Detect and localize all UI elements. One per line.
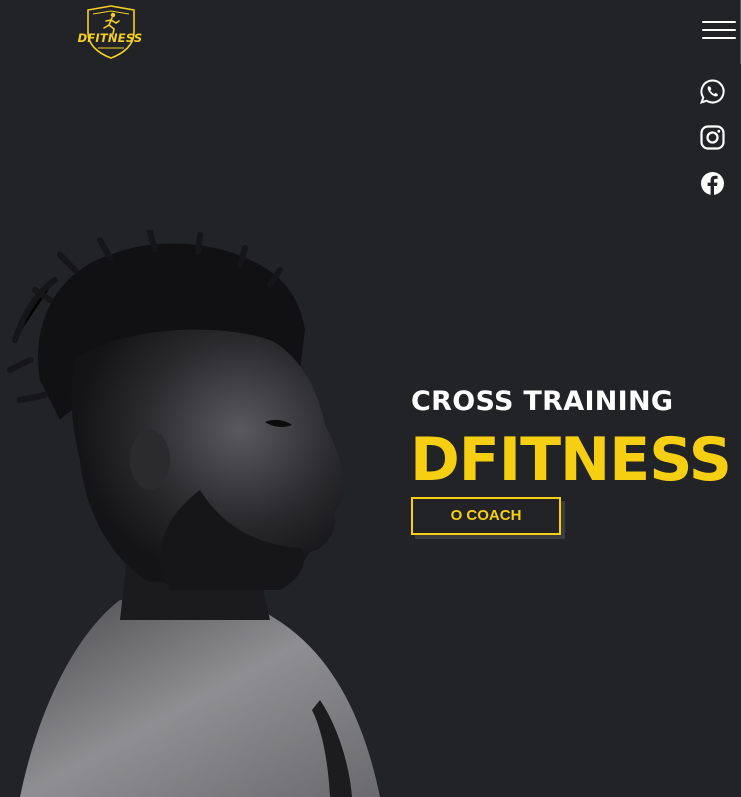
hero-title: DFITNESS	[410, 425, 732, 495]
dfitness-logo[interactable]: DFITNESS	[76, 4, 146, 60]
page: DFITNESS CROSS TRAINING DFITNESS O COACH	[0, 0, 741, 797]
instagram-icon[interactable]	[699, 124, 726, 151]
hamburger-menu-icon[interactable]	[702, 19, 736, 43]
hero-subtitle: CROSS TRAINING	[411, 386, 674, 417]
coach-button[interactable]: O COACH	[411, 497, 561, 535]
logo-wordmark: DFITNESS	[77, 31, 143, 45]
facebook-icon[interactable]	[699, 170, 726, 197]
athlete-portrait	[0, 229, 420, 797]
whatsapp-icon[interactable]	[699, 78, 726, 105]
